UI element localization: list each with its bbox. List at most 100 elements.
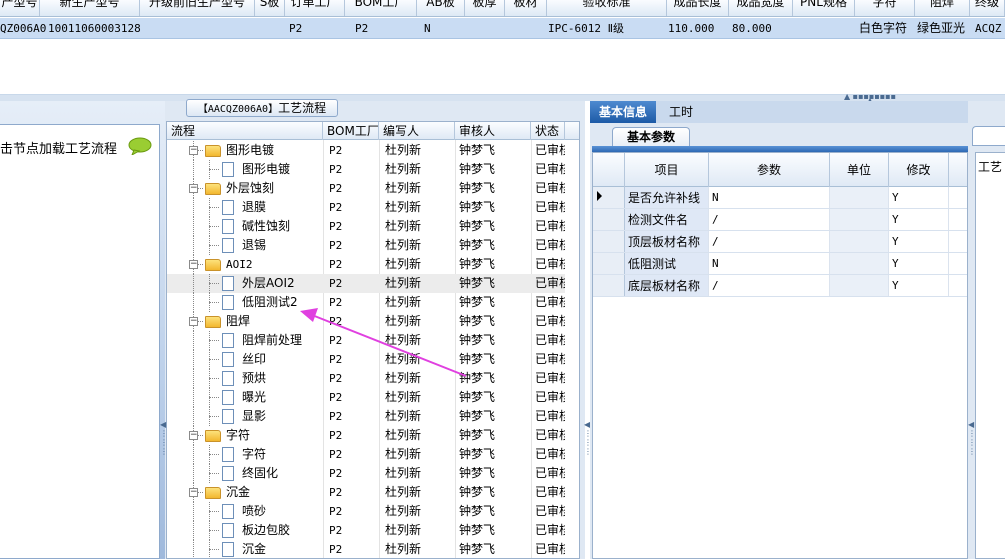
col-header-flow[interactable]: 流程 bbox=[167, 122, 323, 140]
cell-mask: 绿色亚光 bbox=[917, 21, 966, 35]
flow-status: 已审核 bbox=[535, 409, 565, 423]
flow-row[interactable]: 低阻测试2 P2 杜列新 钟梦飞 已审核 bbox=[167, 293, 565, 312]
col-header-mask[interactable]: 阻焊 bbox=[915, 0, 970, 16]
load-flow-hint: 击节点加载工艺流程 bbox=[0, 142, 118, 157]
param-row[interactable]: 检测文件名 / Y bbox=[593, 209, 967, 231]
left-splitter-grip-icon[interactable]: ◀ ⋮ ⋮ ⋮ bbox=[160, 420, 168, 480]
col-header-new-code[interactable]: 新生产型号 bbox=[40, 0, 140, 16]
product-row-selected[interactable]: QZ006A0 10011060003128 P2 P2 N IPC-6012 … bbox=[0, 18, 1005, 39]
flow-row[interactable]: 预烘 P2 杜列新 钟梦飞 已审核 bbox=[167, 369, 565, 388]
collapse-icon[interactable]: − bbox=[189, 431, 198, 440]
flow-author: 杜列新 bbox=[385, 485, 422, 499]
flow-reviewer: 钟梦飞 bbox=[459, 466, 496, 480]
flow-row[interactable]: 终固化 P2 杜列新 钟梦飞 已审核 bbox=[167, 464, 565, 483]
collapse-icon[interactable]: − bbox=[189, 184, 198, 193]
flow-row[interactable]: 显影 P2 杜列新 钟梦飞 已审核 bbox=[167, 407, 565, 426]
flow-row[interactable]: 碱性蚀刻 P2 杜列新 钟梦飞 已审核 bbox=[167, 217, 565, 236]
col-header-author[interactable]: 编写人 bbox=[379, 122, 455, 140]
flow-row[interactable]: − 图形电镀 P2 杜列新 钟梦飞 已审核 bbox=[167, 141, 565, 160]
param-value[interactable]: / bbox=[709, 209, 830, 230]
param-row[interactable]: 是否允许补线 N Y bbox=[593, 187, 967, 209]
col-header-old-code[interactable]: 升级前旧生产型号 bbox=[140, 0, 255, 16]
cell-order-factory: P2 bbox=[289, 22, 303, 35]
col-header-material[interactable]: 板材 bbox=[505, 0, 547, 16]
flow-row[interactable]: − 外层蚀刻 P2 杜列新 钟梦飞 已审核 bbox=[167, 179, 565, 198]
col-header-status[interactable]: 状态 bbox=[531, 122, 565, 140]
document-icon bbox=[222, 371, 234, 386]
document-icon bbox=[222, 200, 234, 215]
row-indicator[interactable] bbox=[593, 231, 625, 252]
flow-row[interactable]: 退膜 P2 杜列新 钟梦飞 已审核 bbox=[167, 198, 565, 217]
param-unit bbox=[830, 209, 889, 230]
row-indicator[interactable] bbox=[593, 209, 625, 230]
collapse-icon[interactable]: − bbox=[189, 317, 198, 326]
param-value[interactable]: / bbox=[709, 275, 830, 296]
flow-row[interactable]: − AOI2 P2 杜列新 钟梦飞 已审核 bbox=[167, 255, 565, 274]
flow-row[interactable]: 退锡 P2 杜列新 钟梦飞 已审核 bbox=[167, 236, 565, 255]
flow-reviewer: 钟梦飞 bbox=[459, 181, 496, 195]
col-header-bom[interactable]: BOM工厂 bbox=[323, 122, 379, 140]
flow-reviewer: 钟梦飞 bbox=[459, 390, 496, 404]
cell-ab: N bbox=[424, 22, 431, 35]
row-indicator[interactable] bbox=[593, 275, 625, 296]
flow-reviewer: 钟梦飞 bbox=[459, 409, 496, 423]
col-header-char[interactable]: 字符 bbox=[855, 0, 915, 16]
flow-row[interactable]: 板边包胶 P2 杜列新 钟梦飞 已审核 bbox=[167, 521, 565, 540]
flow-reviewer: 钟梦飞 bbox=[459, 447, 496, 461]
flow-row[interactable]: 阻焊前处理 P2 杜列新 钟梦飞 已审核 bbox=[167, 331, 565, 350]
param-value[interactable]: / bbox=[709, 231, 830, 252]
document-icon bbox=[222, 447, 234, 462]
flow-bom-factory: P2 bbox=[329, 277, 343, 290]
col-header-thickness[interactable]: 板厚 bbox=[465, 0, 505, 16]
param-value[interactable]: N bbox=[709, 187, 830, 208]
param-value[interactable]: N bbox=[709, 253, 830, 274]
col-header-item[interactable]: 项目 bbox=[625, 153, 709, 187]
subtab-basic-params[interactable]: 基本参数 bbox=[612, 127, 690, 147]
param-row[interactable]: 低阻测试 N Y bbox=[593, 253, 967, 275]
flow-row[interactable]: − 阻焊 P2 杜列新 钟梦飞 已审核 bbox=[167, 312, 565, 331]
flow-row[interactable]: 字符 P2 杜列新 钟梦飞 已审核 bbox=[167, 445, 565, 464]
param-edit: Y bbox=[889, 209, 949, 230]
flow-tree-grid: 流程 BOM工厂 编写人 审核人 状态 −图形电镀P2杜列新钟梦飞已审核图形电镀… bbox=[166, 121, 580, 559]
col-header-bom-factory[interactable]: BOM工厂 bbox=[345, 0, 417, 16]
collapse-icon[interactable]: − bbox=[189, 146, 198, 155]
flow-row[interactable]: 图形电镀 P2 杜列新 钟梦飞 已审核 bbox=[167, 160, 565, 179]
col-header-pnl[interactable]: PNL规格 bbox=[793, 0, 855, 16]
collapse-icon[interactable]: − bbox=[189, 260, 198, 269]
col-header-reviewer[interactable]: 审核人 bbox=[455, 122, 531, 140]
param-row[interactable]: 顶层板材名称 / Y bbox=[593, 231, 967, 253]
col-header-unit[interactable]: 单位 bbox=[830, 153, 889, 187]
row-indicator[interactable] bbox=[593, 187, 625, 208]
col-header-code[interactable]: 产型号 bbox=[0, 0, 40, 16]
flow-reviewer: 钟梦飞 bbox=[459, 143, 496, 157]
col-header-s-board[interactable]: S板 bbox=[255, 0, 285, 16]
collapse-icon[interactable]: − bbox=[189, 488, 198, 497]
tab-basic-info[interactable]: 基本信息 bbox=[590, 101, 656, 123]
flow-node-name: 板边包胶 bbox=[242, 523, 291, 537]
flow-row[interactable]: − 沉金 P2 杜列新 钟梦飞 已审核 bbox=[167, 483, 565, 502]
flow-row[interactable]: 喷砂 P2 杜列新 钟梦飞 已审核 bbox=[167, 502, 565, 521]
flow-reviewer: 钟梦飞 bbox=[459, 485, 496, 499]
flow-row[interactable]: 丝印 P2 杜列新 钟梦飞 已审核 bbox=[167, 350, 565, 369]
product-grid: 产型号 新生产型号 升级前旧生产型号 S板 订单工厂 BOM工厂 AB板 板厚 … bbox=[0, 0, 1005, 95]
col-header-edit[interactable]: 修改 bbox=[889, 153, 949, 187]
flow-row[interactable]: 沉金 P2 杜列新 钟梦飞 已审核 bbox=[167, 540, 565, 558]
right-splitter-grip-icon[interactable]: ◀ ⋮ ⋮ ⋮ bbox=[968, 420, 976, 480]
col-header-ab[interactable]: AB板 bbox=[417, 0, 465, 16]
col-header-param[interactable]: 参数 bbox=[709, 153, 830, 187]
tab-process-flow[interactable]: 【AACQZ006A0】工艺流程 bbox=[186, 99, 338, 117]
col-header-length[interactable]: 成品长度 bbox=[667, 0, 729, 16]
flow-status: 已审核 bbox=[535, 162, 565, 176]
far-right-tab[interactable] bbox=[972, 126, 1005, 146]
flow-row[interactable]: 外层AOI2 P2 杜列新 钟梦飞 已审核 bbox=[167, 274, 565, 293]
flow-reviewer: 钟梦飞 bbox=[459, 295, 496, 309]
row-indicator[interactable] bbox=[593, 253, 625, 274]
col-header-order-factory[interactable]: 订单工厂 bbox=[285, 0, 345, 16]
col-header-width[interactable]: 成品宽度 bbox=[729, 0, 793, 16]
flow-row[interactable]: − 字符 P2 杜列新 钟梦飞 已审核 bbox=[167, 426, 565, 445]
param-row[interactable]: 底层板材名称 / Y bbox=[593, 275, 967, 297]
tab-work-hours[interactable]: 工时 bbox=[656, 101, 706, 123]
col-header-final[interactable]: 终级 bbox=[970, 0, 1005, 16]
col-header-standard[interactable]: 验收标准 bbox=[547, 0, 667, 16]
flow-row[interactable]: 曝光 P2 杜列新 钟梦飞 已审核 bbox=[167, 388, 565, 407]
